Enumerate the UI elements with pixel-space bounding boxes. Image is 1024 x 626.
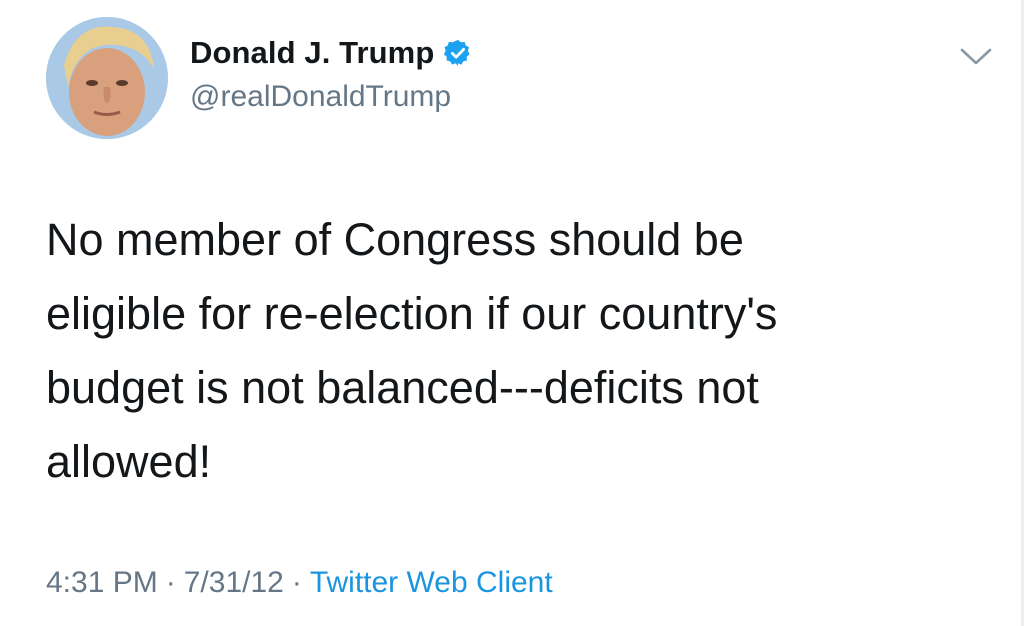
tweet-text-line: allowed! <box>46 436 212 487</box>
avatar-photo-icon <box>46 17 168 139</box>
tweet-date[interactable]: 7/31/12 <box>184 566 284 599</box>
author-name-row[interactable]: Donald J. Trump <box>190 33 473 73</box>
tweet-time[interactable]: 4:31 PM <box>46 566 158 599</box>
tweet-text: No member of Congress should be eligible… <box>46 203 946 499</box>
chevron-down-icon[interactable] <box>958 44 994 70</box>
tweet-text-line: budget is not balanced---deficits not <box>46 362 759 413</box>
tweet-meta: 4:31 PM · 7/31/12 · Twitter Web Client <box>46 566 553 600</box>
tweet-card: Donald J. Trump @realDonaldTrump No memb… <box>0 0 1024 626</box>
tweet-text-line: No member of Congress should be <box>46 214 744 265</box>
verified-badge-icon <box>443 38 473 68</box>
meta-separator: · <box>291 566 302 599</box>
tweet-source-link[interactable]: Twitter Web Client <box>310 566 553 599</box>
meta-separator: · <box>165 566 176 599</box>
tweet-text-line: eligible for re-election if our country'… <box>46 288 778 339</box>
author-handle[interactable]: @realDonaldTrump <box>190 80 451 114</box>
author-display-name[interactable]: Donald J. Trump <box>190 35 434 71</box>
author-avatar[interactable] <box>46 17 168 139</box>
